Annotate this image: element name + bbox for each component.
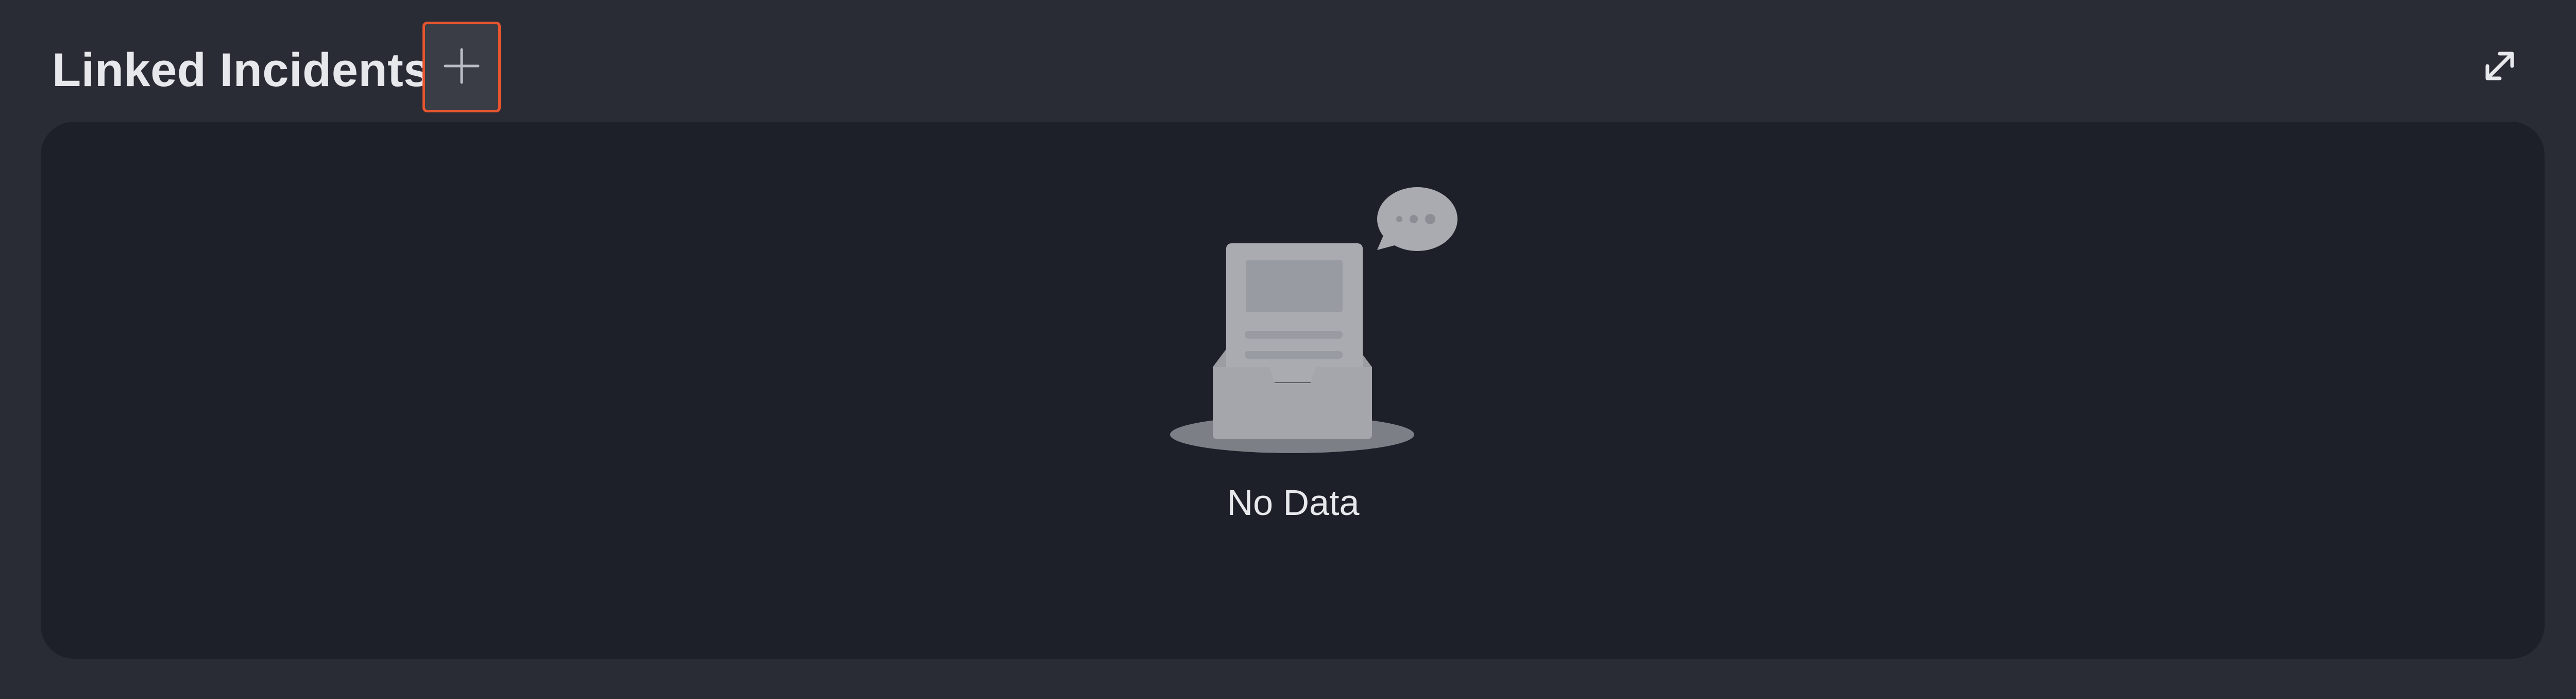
empty-state-message: No Data [1227, 482, 1360, 523]
plus-icon [444, 48, 480, 84]
linked-incidents-widget: Linked Incidents No Data [0, 0, 2576, 699]
empty-inbox-icon [1170, 187, 1458, 453]
expand-icon [2485, 52, 2514, 80]
add-linked-incident-button[interactable] [422, 22, 501, 112]
section-title: Linked Incidents [52, 44, 430, 96]
expand-button[interactable] [2479, 45, 2520, 87]
